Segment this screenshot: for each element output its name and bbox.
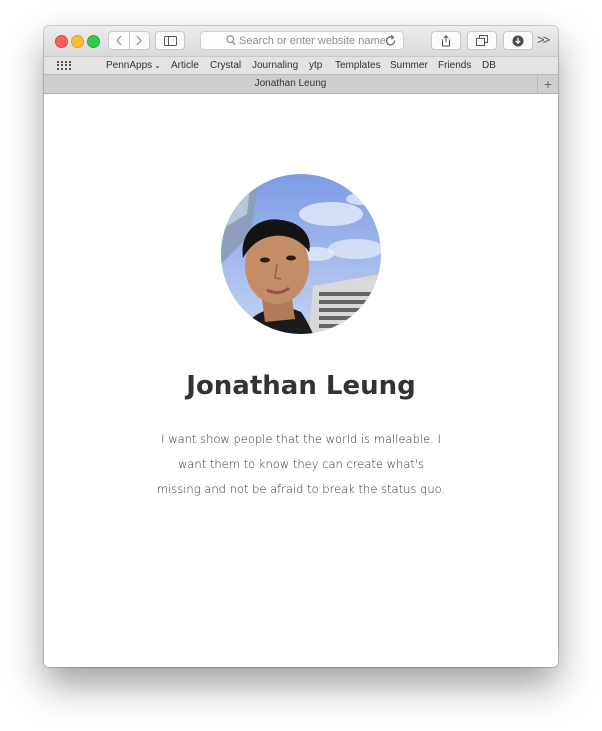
reload-icon[interactable] [385,35,397,47]
sidebar-icon [163,35,177,46]
bookmark-ytp[interactable]: ytp [309,60,322,71]
bookmark-journaling[interactable]: Journaling [252,60,298,71]
address-placeholder: Search or enter website name [239,35,386,47]
address-bar[interactable]: Search or enter website name [200,31,404,50]
browser-window: Search or enter website name >> PennApps… [44,26,558,667]
share-button[interactable] [431,31,461,50]
bookmarks-grid-icon[interactable] [57,61,71,70]
sidebar-button[interactable] [155,31,185,50]
bio-text: I want show people that the world is mal… [156,432,446,496]
bookmark-crystal[interactable]: Crystal [210,60,241,71]
minimize-window-button[interactable] [71,35,84,48]
bookmark-friends[interactable]: Friends [438,60,471,71]
downloads-button[interactable] [503,31,533,50]
avatar [221,174,381,334]
chevron-down-icon: ⌄ [154,61,161,70]
share-icon [442,34,450,46]
toolbar-overflow[interactable]: >> [537,32,550,47]
page-title: Jonathan Leung [186,371,416,401]
zoom-window-button[interactable] [87,35,100,48]
back-icon [115,35,122,46]
new-tab-button[interactable]: + [537,75,558,93]
browser-toolbar: Search or enter website name >> [44,26,558,56]
tab-jonathan-leung[interactable]: Jonathan Leung [44,78,537,89]
page-content: Jonathan Leung I want show people that t… [44,94,558,667]
close-window-button[interactable] [55,35,68,48]
download-icon [512,35,524,46]
search-icon [226,35,236,46]
tabs-overview-icon [476,35,488,46]
tabs-overview-button[interactable] [467,31,497,50]
tab-bar: Jonathan Leung + [44,74,558,94]
bookmark-templates[interactable]: Templates [335,60,381,71]
bookmark-article[interactable]: Article [171,60,199,71]
back-button[interactable] [109,32,129,49]
forward-icon [136,35,143,46]
forward-button[interactable] [129,32,149,49]
bookmark-db[interactable]: DB [482,60,496,71]
bookmarks-bar: PennApps ⌄ Article Crystal Journaling ytp… [44,56,558,74]
back-forward-group [108,31,150,50]
bookmark-pennapps[interactable]: PennApps ⌄ [106,60,161,71]
bookmark-summer[interactable]: Summer [390,60,428,71]
